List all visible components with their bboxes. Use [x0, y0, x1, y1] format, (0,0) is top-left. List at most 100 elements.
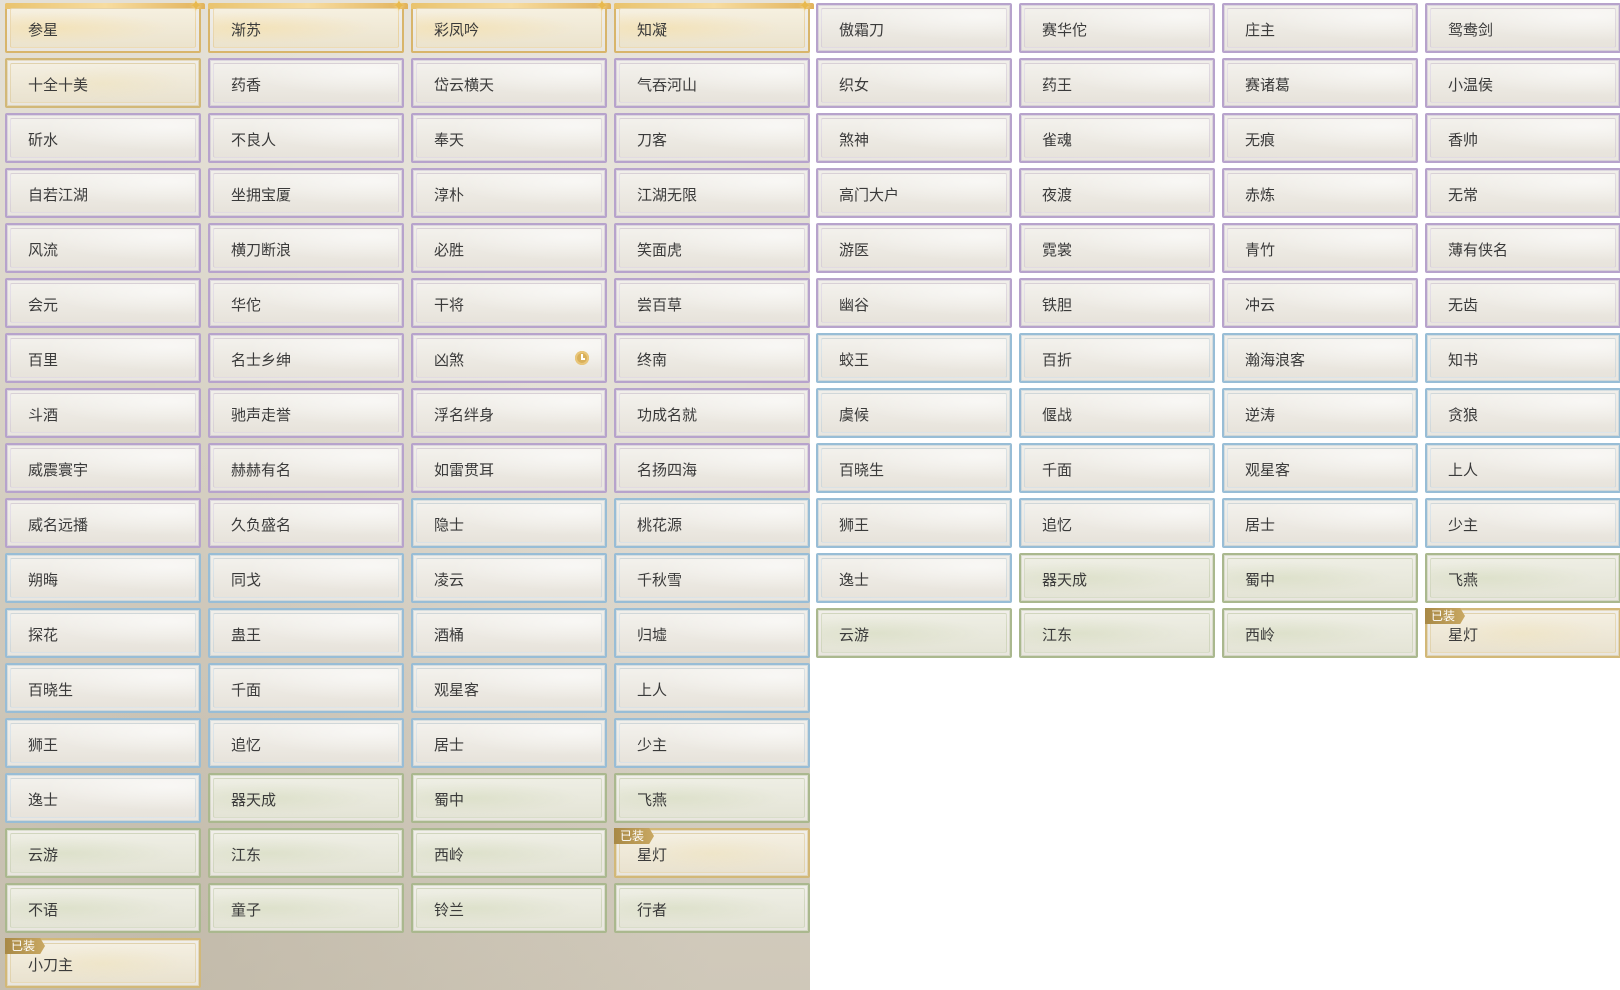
- title-card[interactable]: 百折: [1019, 333, 1215, 383]
- title-card[interactable]: 风流: [5, 223, 201, 273]
- title-card[interactable]: 傲霜刀: [816, 3, 1012, 53]
- title-card[interactable]: 赫赫有名: [208, 443, 404, 493]
- title-card[interactable]: 终南: [614, 333, 810, 383]
- title-card[interactable]: 雀魂: [1019, 113, 1215, 163]
- title-card[interactable]: 居士: [1222, 498, 1418, 548]
- title-card[interactable]: 云游: [5, 828, 201, 878]
- title-card[interactable]: 威名远播: [5, 498, 201, 548]
- title-card[interactable]: 刀客: [614, 113, 810, 163]
- title-card[interactable]: 铁胆: [1019, 278, 1215, 328]
- title-card[interactable]: 器天成: [208, 773, 404, 823]
- title-card[interactable]: 同戈: [208, 553, 404, 603]
- title-card[interactable]: 蛟王: [816, 333, 1012, 383]
- title-card[interactable]: 坐拥宝厦: [208, 168, 404, 218]
- title-card[interactable]: 行者: [614, 883, 810, 933]
- title-card[interactable]: 器天成: [1019, 553, 1215, 603]
- title-card[interactable]: 煞神: [816, 113, 1012, 163]
- title-card[interactable]: 江湖无限: [614, 168, 810, 218]
- title-card[interactable]: 赛诸葛: [1222, 58, 1418, 108]
- title-card[interactable]: 酒桶: [411, 608, 607, 658]
- title-card[interactable]: 自若江湖: [5, 168, 201, 218]
- title-card[interactable]: 渐苏 ✦: [208, 0, 408, 53]
- title-card[interactable]: 观星客: [411, 663, 607, 713]
- title-card[interactable]: 织女: [816, 58, 1012, 108]
- title-card[interactable]: 奉天: [411, 113, 607, 163]
- title-card[interactable]: 朔晦: [5, 553, 201, 603]
- title-card[interactable]: 逸士: [5, 773, 201, 823]
- title-card[interactable]: 浮名绊身: [411, 388, 607, 438]
- title-card[interactable]: 游医: [816, 223, 1012, 273]
- title-card[interactable]: 冲云: [1222, 278, 1418, 328]
- title-card[interactable]: 星灯 已装: [1425, 608, 1620, 658]
- title-card[interactable]: 笑面虎: [614, 223, 810, 273]
- title-card[interactable]: 名士乡绅: [208, 333, 404, 383]
- title-card[interactable]: 偃战: [1019, 388, 1215, 438]
- title-card[interactable]: 追忆: [208, 718, 404, 768]
- title-card[interactable]: 归墟: [614, 608, 810, 658]
- title-card[interactable]: 逆涛: [1222, 388, 1418, 438]
- title-card[interactable]: 百晓生: [816, 443, 1012, 493]
- title-card[interactable]: 狮王: [5, 718, 201, 768]
- title-card[interactable]: 赛华佗: [1019, 3, 1215, 53]
- title-card[interactable]: 干将: [411, 278, 607, 328]
- title-card[interactable]: 星灯 已装: [614, 828, 810, 878]
- title-card[interactable]: 威震寰宇: [5, 443, 201, 493]
- title-card[interactable]: 不良人: [208, 113, 404, 163]
- title-card[interactable]: 岱云横天: [411, 58, 607, 108]
- title-card[interactable]: 千面: [208, 663, 404, 713]
- title-card[interactable]: 西岭: [1222, 608, 1418, 658]
- title-card[interactable]: 霓裳: [1019, 223, 1215, 273]
- title-card[interactable]: 上人: [1425, 443, 1620, 493]
- title-card[interactable]: 少主: [614, 718, 810, 768]
- title-card[interactable]: 飞燕: [1425, 553, 1620, 603]
- title-card[interactable]: 幽谷: [816, 278, 1012, 328]
- title-card[interactable]: 小温侯: [1425, 58, 1620, 108]
- title-card[interactable]: 香帅: [1425, 113, 1620, 163]
- title-card[interactable]: 追忆: [1019, 498, 1215, 548]
- title-card[interactable]: 无痕: [1222, 113, 1418, 163]
- title-card[interactable]: 狮王: [816, 498, 1012, 548]
- title-card[interactable]: 会元: [5, 278, 201, 328]
- title-card[interactable]: 蛊王: [208, 608, 404, 658]
- title-card[interactable]: 观星客: [1222, 443, 1418, 493]
- title-card[interactable]: 功成名就: [614, 388, 810, 438]
- title-card[interactable]: 鸳鸯剑: [1425, 3, 1620, 53]
- title-card[interactable]: 庄主: [1222, 3, 1418, 53]
- title-card[interactable]: 十全十美: [5, 58, 201, 108]
- title-card[interactable]: 江东: [208, 828, 404, 878]
- title-card[interactable]: 千面: [1019, 443, 1215, 493]
- title-card[interactable]: 千秋雪: [614, 553, 810, 603]
- title-card[interactable]: 不语: [5, 883, 201, 933]
- title-card[interactable]: 斫水: [5, 113, 201, 163]
- title-card[interactable]: 青竹: [1222, 223, 1418, 273]
- title-card[interactable]: 贪狼: [1425, 388, 1620, 438]
- title-card[interactable]: 铃兰: [411, 883, 607, 933]
- title-card[interactable]: 彩凤吟 ✦: [411, 0, 611, 53]
- title-card[interactable]: 气吞河山: [614, 58, 810, 108]
- title-card[interactable]: 童子: [208, 883, 404, 933]
- title-card[interactable]: 驰声走誉: [208, 388, 404, 438]
- title-card[interactable]: 横刀断浪: [208, 223, 404, 273]
- title-card[interactable]: 蜀中: [1222, 553, 1418, 603]
- title-card[interactable]: 居士: [411, 718, 607, 768]
- title-card[interactable]: 知书: [1425, 333, 1620, 383]
- title-card[interactable]: 少主: [1425, 498, 1620, 548]
- title-card[interactable]: 凌云: [411, 553, 607, 603]
- title-card[interactable]: 华佗: [208, 278, 404, 328]
- title-card[interactable]: 探花: [5, 608, 201, 658]
- title-card[interactable]: 知凝 ✦: [614, 0, 814, 53]
- title-card[interactable]: 飞燕: [614, 773, 810, 823]
- title-card[interactable]: 久负盛名: [208, 498, 404, 548]
- title-card[interactable]: 上人: [614, 663, 810, 713]
- title-card[interactable]: 逸士: [816, 553, 1012, 603]
- title-card[interactable]: 淳朴: [411, 168, 607, 218]
- title-card[interactable]: 夜渡: [1019, 168, 1215, 218]
- title-card[interactable]: 虞候: [816, 388, 1012, 438]
- title-card[interactable]: 瀚海浪客: [1222, 333, 1418, 383]
- title-card[interactable]: 云游: [816, 608, 1012, 658]
- title-card[interactable]: 药香: [208, 58, 404, 108]
- title-card[interactable]: 必胜: [411, 223, 607, 273]
- title-card[interactable]: 名扬四海: [614, 443, 810, 493]
- title-card[interactable]: 桃花源: [614, 498, 810, 548]
- title-card[interactable]: 蜀中: [411, 773, 607, 823]
